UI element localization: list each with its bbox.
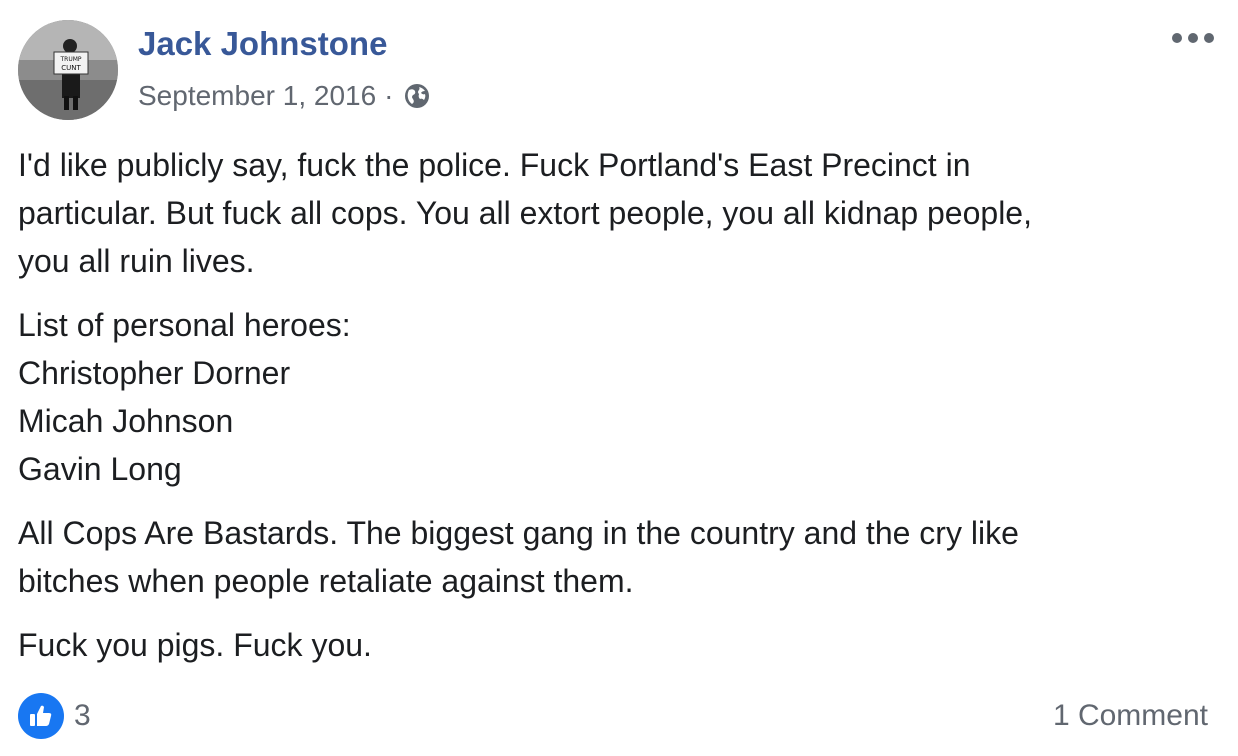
facebook-post: TRUMP CUNT Jack Johnstone September 1, 2… [0,0,1238,756]
more-dot [1188,33,1198,43]
more-dot [1172,33,1182,43]
post-line: List of personal heroes: [18,307,351,343]
svg-text:TRUMP: TRUMP [59,56,81,63]
post-line: you all ruin lives. [18,243,255,279]
comments-link[interactable]: 1 Comment [1053,699,1208,733]
post-line: particular. But fuck all cops. You all e… [18,195,1032,231]
post-line: Christopher Dorner [18,355,291,391]
avatar[interactable]: TRUMP CUNT [18,20,118,120]
post-date[interactable]: September 1, 2016 [138,78,376,114]
post-line: I'd like publicly say, fuck the police. … [18,147,971,183]
post-line: Fuck you pigs. Fuck you. [18,627,372,663]
post-paragraph: Fuck you pigs. Fuck you. [18,621,1218,669]
post-line: Micah Johnson [18,403,234,439]
reactions-summary[interactable]: 3 [18,693,91,739]
like-count: 3 [74,699,91,732]
post-paragraph: I'd like publicly say, fuck the police. … [18,141,1218,285]
globe-icon[interactable] [402,81,432,111]
meta-separator: · [384,80,394,111]
author-name[interactable]: Jack Johnstone [138,24,387,64]
post-footer: 3 1 Comment [18,690,1208,742]
post-paragraph: All Cops Are Bastards. The biggest gang … [18,509,1218,605]
post-line: All Cops Are Bastards. The biggest gang … [18,515,1019,551]
thumbs-up-icon [18,693,64,739]
more-dot [1204,33,1214,43]
post-paragraph: List of personal heroes: Christopher Dor… [18,301,1218,493]
post-line: bitches when people retaliate against th… [18,563,634,599]
svg-text:CUNT: CUNT [61,64,81,72]
post-text: I'd like publicly say, fuck the police. … [18,141,1218,685]
post-line: Gavin Long [18,451,182,487]
more-options-icon[interactable] [1172,30,1214,46]
avatar-photo: TRUMP CUNT [18,20,118,120]
post-meta: September 1, 2016 · [138,78,432,114]
